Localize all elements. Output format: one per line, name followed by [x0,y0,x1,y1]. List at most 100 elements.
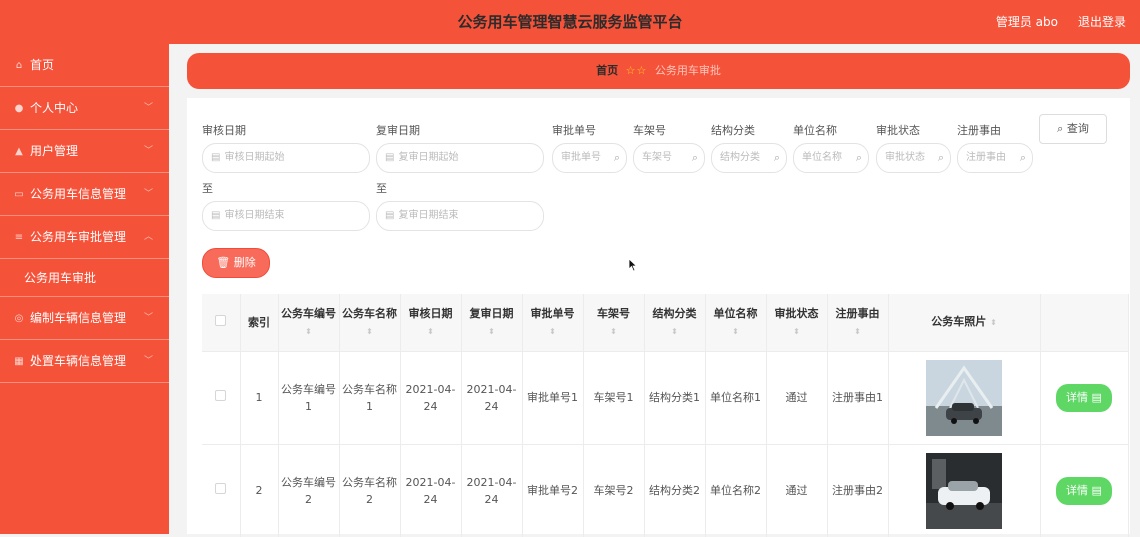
sort-icon[interactable]: ⬍ [366,327,373,336]
header-label: 审批单号 [530,306,575,320]
approval-no-input[interactable]: 审批单号 ⌕ [552,143,627,173]
to-label: 至 [376,182,387,195]
delete-button[interactable]: 🗑 删除 [202,248,270,278]
header-actions [1040,294,1129,351]
search-icon: ⌕ [613,151,620,164]
cell-audit-date: 2021-04-24 [400,443,462,537]
header-audit-date[interactable]: 审核日期 ⬍ [400,294,462,351]
chevron-down-icon: ﹀ [143,313,153,323]
placeholder: 车架号 [642,152,672,163]
sort-icon[interactable]: ⬍ [488,327,495,336]
search-icon: ⌕ [937,151,944,164]
cell-car-no: 公务车编号1 [278,350,340,444]
row-checkbox[interactable] [215,390,227,401]
sort-icon[interactable]: ⬍ [549,327,556,336]
sort-icon[interactable]: ⬍ [732,327,739,336]
frame-no-input[interactable]: 车架号 ⌕ [633,143,705,173]
header-label: 审核日期 [408,306,453,320]
query-button-label: 查询 [1066,122,1089,135]
row-checkbox-cell[interactable] [202,350,241,444]
calendar-icon: ▤ [385,152,395,163]
cell-index: 2 [240,443,279,537]
sidebar-subitem-car-approval[interactable]: 公务用车审批 [0,259,169,297]
detail-button[interactable]: 详情 ▤ [1056,383,1112,412]
cell-photo [888,443,1041,537]
sidebar-item-car-approval[interactable]: ≡ 公务用车审批管理 ︿ [0,216,169,259]
structure-label: 结构分类 [711,124,755,137]
chevron-down-icon: ﹀ [143,103,153,113]
select-all-checkbox[interactable] [215,314,227,326]
detail-button[interactable]: 详情 ▤ [1056,476,1112,505]
audit-date-start-input[interactable]: ▤ 审核日期起始 [202,143,370,173]
admin-user-label[interactable]: 管理员 abo [996,0,1058,44]
status-label: 审批状态 [876,124,920,137]
star-icon: ☆☆ [625,64,648,77]
cell-photo [888,350,1041,444]
sort-icon[interactable]: ⬍ [427,327,434,336]
sort-icon[interactable]: ⬍ [793,327,800,336]
sidebar-item-disposal-vehicle[interactable]: ▦ 处置车辆信息管理 ﹀ [0,340,169,383]
top-bar: 公务用车管理智慧云服务监管平台 管理员 abo 退出登录 [0,0,1140,44]
review-date-end-input[interactable]: ▤ 复审日期结束 [376,201,544,231]
status-input[interactable]: 审批状态 ⌕ [876,143,951,173]
header-label: 结构分类 [652,306,697,320]
sidebar-item-label: 用户管理 [30,144,79,158]
header-label: 单位名称 [713,306,758,320]
sort-icon[interactable]: ⬍ [610,327,617,336]
cell-unit: 单位名称1 [705,350,767,444]
sidebar-item-staff-vehicle[interactable]: ◎ 编制车辆信息管理 ﹀ [0,297,169,340]
list-icon: ≡ [14,232,24,243]
sidebar-item-home[interactable]: ⌂ 首页 [0,44,169,87]
header-review-date[interactable]: 复审日期 ⬍ [461,294,523,351]
chevron-down-icon: ﹀ [143,189,153,199]
review-date-start-input[interactable]: ▤ 复审日期起始 [376,143,544,173]
header-reason[interactable]: 注册事由 ⬍ [827,294,889,351]
sidebar-item-label: 个人中心 [30,101,79,115]
header-unit[interactable]: 单位名称 ⬍ [705,294,767,351]
header-label: 复审日期 [469,306,514,320]
placeholder: 复审日期结束 [398,210,459,221]
breadcrumb-home[interactable]: 首页 [596,64,618,77]
header-photo[interactable]: 公务车照片 ⬍ [888,294,1041,351]
mail-icon: ▭ [14,189,24,200]
select-all-checkbox-cell[interactable] [202,294,241,351]
audit-date-end-input[interactable]: ▤ 审核日期结束 [202,201,370,231]
sort-icon[interactable]: ⬍ [671,327,678,336]
query-button[interactable]: ⌕ 查询 [1039,114,1107,144]
placeholder: 结构分类 [720,152,760,163]
structure-input[interactable]: 结构分类 ⌕ [711,143,787,173]
header-structure[interactable]: 结构分类 ⬍ [644,294,706,351]
document-icon: ▤ [1091,390,1102,404]
header-car-no[interactable]: 公务车编号 ⬍ [278,294,340,351]
sidebar-item-profile[interactable]: ● 个人中心 ﹀ [0,87,169,130]
search-icon: ⌕ [855,151,862,164]
row-checkbox-cell[interactable] [202,443,241,537]
unit-input[interactable]: 单位名称 ⌕ [793,143,869,173]
search-icon: ⌕ [691,151,698,164]
cell-reason: 注册事由1 [827,350,889,444]
cell-reason: 注册事由2 [827,443,889,537]
cell-review-date: 2021-04-24 [461,443,523,537]
placeholder: 审批状态 [885,152,925,163]
header-car-name[interactable]: 公务车名称 ⬍ [339,294,401,351]
cell-approval-no: 审批单号2 [522,443,584,537]
settings-icon: ◎ [14,313,24,324]
document-icon: ▤ [1091,483,1102,497]
sort-icon[interactable]: ⬍ [854,327,861,336]
sidebar-item-user-management[interactable]: ▲ 用户管理 ﹀ [0,130,169,173]
sort-icon[interactable]: ⬍ [990,318,997,327]
sort-icon[interactable]: ⬍ [305,327,312,336]
header-approval-no[interactable]: 审批单号 ⬍ [522,294,584,351]
row-checkbox[interactable] [215,483,227,495]
frame-no-label: 车架号 [633,124,666,137]
user-icon: ● [14,103,24,114]
sidebar-item-label: 首页 [30,58,55,72]
header-status[interactable]: 审批状态 ⬍ [766,294,828,351]
header-frame-no[interactable]: 车架号 ⬍ [583,294,645,351]
sidebar-item-car-info[interactable]: ▭ 公务用车信息管理 ﹀ [0,173,169,216]
breadcrumb-current: 公务用车审批 [654,64,721,77]
reason-input[interactable]: 注册事由 ⌕ [957,143,1033,173]
cell-unit: 单位名称2 [705,443,767,537]
sidebar-item-label: 编制车辆信息管理 [30,311,127,325]
logout-link[interactable]: 退出登录 [1078,0,1126,44]
